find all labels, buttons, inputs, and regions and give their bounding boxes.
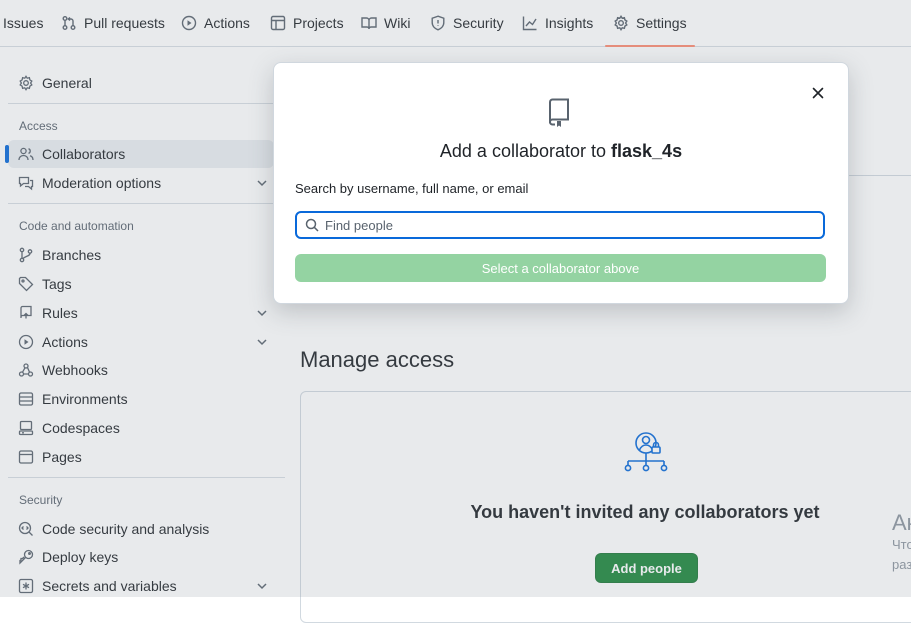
close-button[interactable] (810, 85, 826, 101)
add-collaborator-dialog: Add a collaborator to flask_4s Search by… (273, 62, 849, 304)
select-collaborator-button[interactable]: Select a collaborator above (295, 254, 826, 282)
repo-name: flask_4s (611, 141, 683, 161)
dialog-title: Add a collaborator to flask_4s (274, 141, 848, 162)
search-field[interactable] (295, 211, 825, 239)
close-icon (812, 87, 824, 99)
search-icon (305, 218, 319, 232)
search-label: Search by username, full name, or email (295, 181, 529, 196)
dialog-title-prefix: Add a collaborator to (439, 141, 612, 161)
search-input[interactable] (325, 215, 823, 235)
repo-icon (547, 98, 571, 128)
